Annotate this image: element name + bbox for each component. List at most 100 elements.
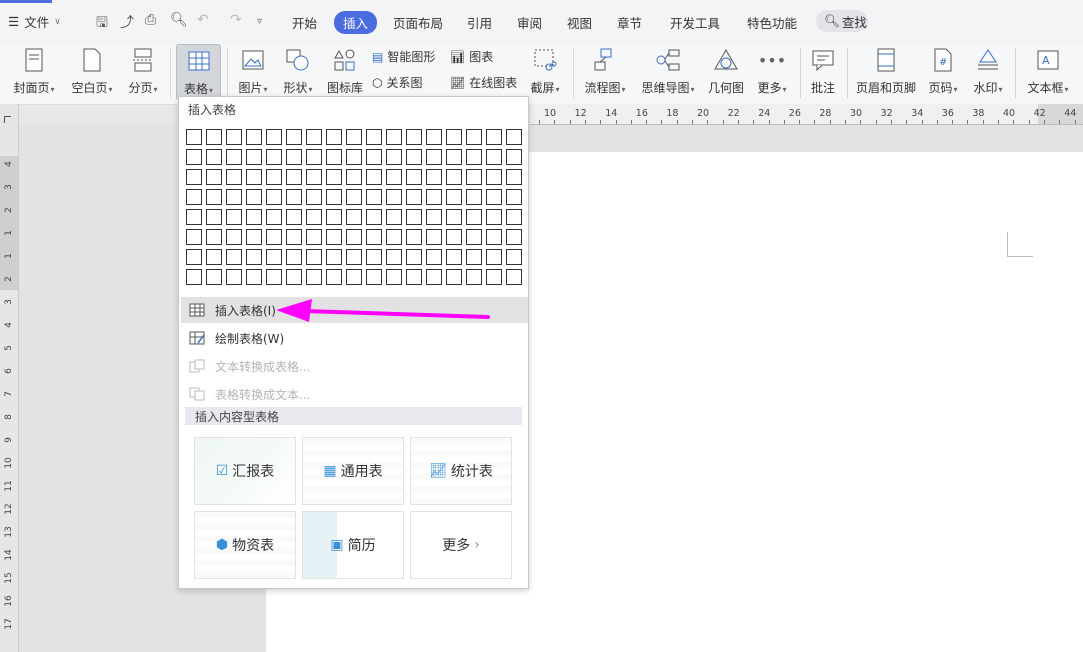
table-button[interactable]: 表格▾ (176, 44, 221, 100)
table-grid-cell[interactable] (466, 249, 482, 265)
tab-special-features[interactable]: 特色功能 (747, 13, 797, 32)
table-grid-cell[interactable] (386, 209, 402, 225)
table-grid-cell[interactable] (186, 269, 202, 285)
table-grid-cell[interactable] (266, 129, 282, 145)
table-grid-cell[interactable] (186, 229, 202, 245)
table-grid-cell[interactable] (446, 249, 462, 265)
table-grid-cell[interactable] (346, 209, 362, 225)
table-grid-cell[interactable] (446, 269, 462, 285)
screenshot-button[interactable]: 截屏▾ (525, 44, 565, 100)
table-grid-cell[interactable] (286, 169, 302, 185)
table-grid-cell[interactable] (246, 169, 262, 185)
icon-library-button[interactable]: 图标库 (323, 44, 367, 100)
table-grid-cell[interactable] (206, 129, 222, 145)
table-grid-cell[interactable] (306, 229, 322, 245)
table-grid-cell[interactable] (386, 129, 402, 145)
customize-quickbar-icon[interactable]: ▿ (257, 16, 262, 27)
table-grid-cell[interactable] (186, 149, 202, 165)
tab-home[interactable]: 开始 (292, 13, 317, 32)
file-menu[interactable]: ☰ 文件 ∨ (8, 12, 61, 31)
table-grid-cell[interactable] (386, 249, 402, 265)
table-grid-cell[interactable] (386, 229, 402, 245)
table-grid-cell[interactable] (366, 189, 382, 205)
table-grid-cell[interactable] (326, 169, 342, 185)
table-grid-cell[interactable] (486, 229, 502, 245)
table-grid-cell[interactable] (426, 229, 442, 245)
table-grid-cell[interactable] (286, 189, 302, 205)
search-button[interactable]: 🔍︎ 查找 (816, 10, 868, 32)
table-grid-cell[interactable] (466, 149, 482, 165)
table-grid-cell[interactable] (386, 169, 402, 185)
table-grid-cell[interactable] (406, 189, 422, 205)
tab-review[interactable]: 审阅 (517, 13, 542, 32)
table-grid-cell[interactable] (246, 229, 262, 245)
table-grid-cell[interactable] (246, 209, 262, 225)
table-grid-cell[interactable] (346, 189, 362, 205)
tab-chapter[interactable]: 章节 (617, 13, 642, 32)
table-grid-cell[interactable] (486, 169, 502, 185)
table-to-text-menu-item[interactable]: 表格转换成文本... (181, 381, 528, 407)
insert-table-menu-item[interactable]: 插入表格(I) (181, 297, 528, 323)
table-grid-cell[interactable] (326, 249, 342, 265)
table-grid-cell[interactable] (226, 229, 242, 245)
table-grid-cell[interactable] (306, 269, 322, 285)
table-grid-cell[interactable] (186, 189, 202, 205)
table-grid-cell[interactable] (466, 129, 482, 145)
tab-page-layout[interactable]: 页面布局 (393, 13, 443, 32)
table-grid-cell[interactable] (206, 169, 222, 185)
table-grid-cell[interactable] (446, 149, 462, 165)
table-grid-cell[interactable] (186, 249, 202, 265)
vertical-ruler[interactable]: 43211234567891011121314151617 (0, 104, 19, 652)
table-grid-cell[interactable] (366, 249, 382, 265)
table-grid-cell[interactable] (506, 129, 522, 145)
print-icon[interactable]: ⎙ (145, 12, 156, 28)
table-grid-cell[interactable] (446, 189, 462, 205)
flowchart-button[interactable]: 流程图▾ (580, 44, 630, 100)
table-grid-cell[interactable] (486, 249, 502, 265)
table-grid-cell[interactable] (326, 149, 342, 165)
table-grid-cell[interactable] (506, 209, 522, 225)
table-grid-cell[interactable] (406, 249, 422, 265)
table-grid-cell[interactable] (466, 169, 482, 185)
table-grid-cell[interactable] (466, 269, 482, 285)
table-size-grid[interactable] (186, 129, 522, 285)
table-grid-cell[interactable] (486, 269, 502, 285)
table-grid-cell[interactable] (326, 229, 342, 245)
geometry-button[interactable]: 几何图 (705, 44, 747, 100)
table-grid-cell[interactable] (306, 189, 322, 205)
table-grid-cell[interactable] (426, 149, 442, 165)
table-grid-cell[interactable] (506, 229, 522, 245)
table-grid-cell[interactable] (346, 169, 362, 185)
blank-page-button[interactable]: 空白页▾ (66, 44, 118, 100)
table-grid-cell[interactable] (266, 229, 282, 245)
table-grid-cell[interactable] (406, 169, 422, 185)
table-grid-cell[interactable] (466, 229, 482, 245)
table-grid-cell[interactable] (306, 129, 322, 145)
table-grid-cell[interactable] (486, 209, 502, 225)
table-grid-cell[interactable] (206, 189, 222, 205)
table-grid-cell[interactable] (406, 149, 422, 165)
table-grid-cell[interactable] (306, 209, 322, 225)
redo-icon[interactable]: ↷ (230, 12, 242, 28)
table-grid-cell[interactable] (366, 209, 382, 225)
tab-developer[interactable]: 开发工具 (670, 13, 720, 32)
table-grid-cell[interactable] (246, 149, 262, 165)
table-grid-cell[interactable] (186, 169, 202, 185)
more-button[interactable]: ••• 更多▾ (752, 44, 792, 100)
save-icon[interactable]: 🖫 (96, 12, 108, 36)
table-grid-cell[interactable] (266, 169, 282, 185)
table-grid-cell[interactable] (306, 149, 322, 165)
table-grid-cell[interactable] (286, 229, 302, 245)
shape-button[interactable]: 形状▾ (277, 44, 319, 100)
table-grid-cell[interactable] (326, 269, 342, 285)
table-grid-cell[interactable] (486, 129, 502, 145)
table-grid-cell[interactable] (446, 169, 462, 185)
table-grid-cell[interactable] (226, 149, 242, 165)
table-grid-cell[interactable] (446, 129, 462, 145)
page-break-button[interactable]: 分页▾ (123, 44, 163, 100)
materials-table-card[interactable]: ⬢ 物资表 (194, 511, 296, 579)
table-grid-cell[interactable] (226, 209, 242, 225)
report-table-card[interactable]: ☑ 汇报表 (194, 437, 296, 505)
table-grid-cell[interactable] (506, 189, 522, 205)
smart-art-button[interactable]: ▤ 智能图形 (372, 48, 435, 65)
